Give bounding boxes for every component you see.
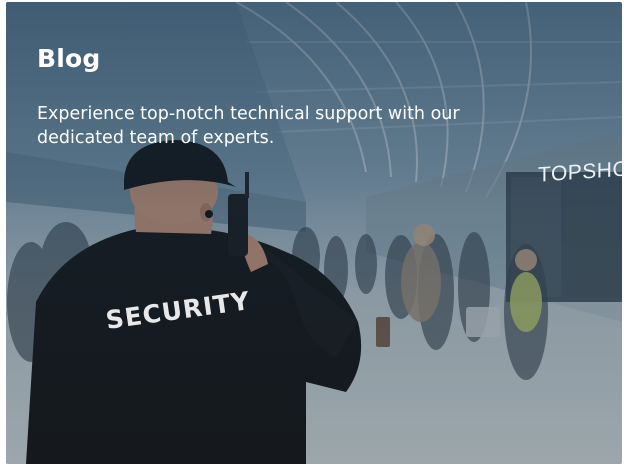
hero-subtitle: Experience top-notch technical support w… (37, 104, 460, 148)
blog-hero-banner: TOPSHOP SECURITY Blog Experience top-not… (6, 2, 622, 464)
page-title: Blog (37, 44, 101, 73)
